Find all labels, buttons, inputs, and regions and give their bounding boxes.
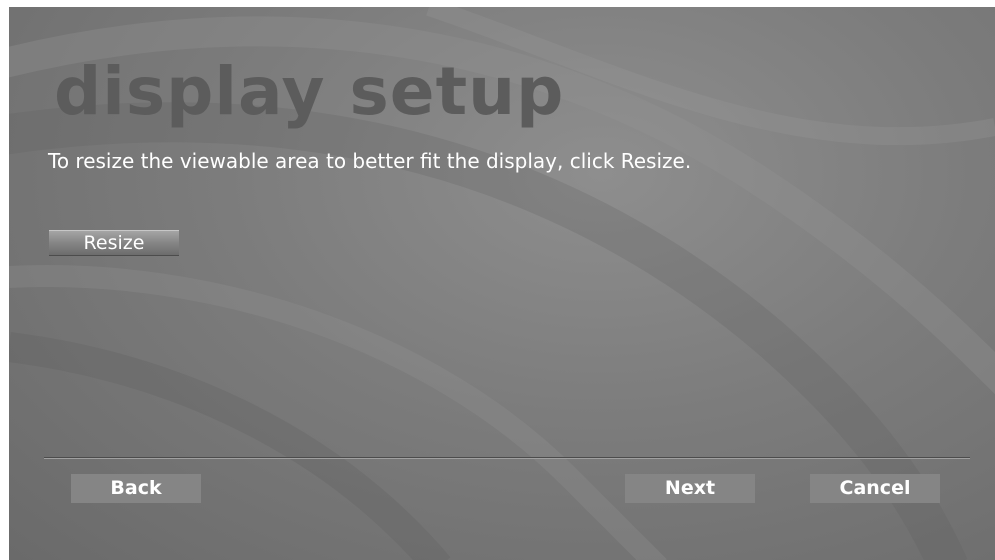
back-button[interactable]: Back bbox=[71, 474, 201, 503]
resize-button[interactable]: Resize bbox=[49, 230, 179, 256]
instruction-text: To resize the viewable area to better fi… bbox=[48, 149, 692, 173]
page-title: display setup bbox=[54, 53, 565, 130]
cancel-button[interactable]: Cancel bbox=[810, 474, 940, 503]
next-button[interactable]: Next bbox=[625, 474, 755, 503]
setup-screen: display setup To resize the viewable are… bbox=[9, 7, 995, 560]
footer-divider bbox=[44, 457, 970, 459]
